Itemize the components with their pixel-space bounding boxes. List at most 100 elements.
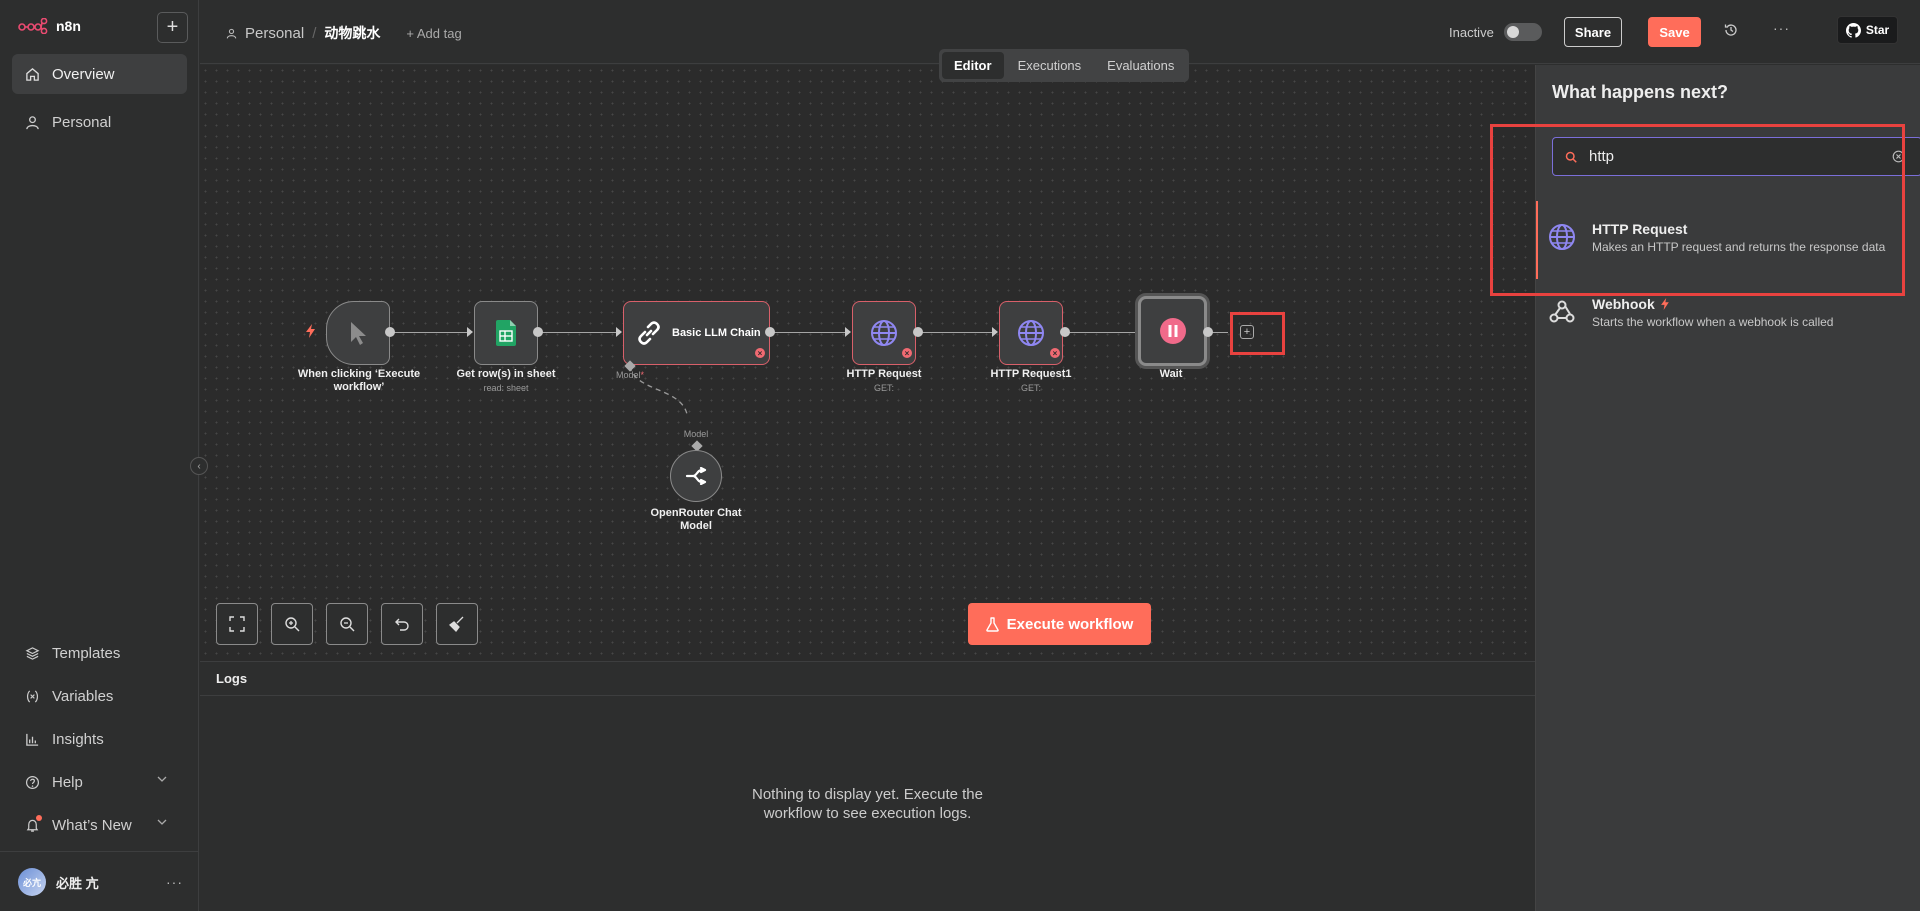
- sidebar-item-label: Templates: [52, 644, 121, 662]
- connection-edge[interactable]: [538, 332, 616, 333]
- input-port[interactable]: [467, 327, 473, 337]
- cursor-pointer-icon: [351, 322, 366, 345]
- node-label: Get row(s) in sheet: [456, 368, 556, 380]
- broom-icon: [449, 616, 464, 632]
- tab-executions[interactable]: Executions: [1006, 52, 1094, 79]
- execute-workflow-button[interactable]: Execute workflow: [968, 603, 1151, 645]
- port-label: Model: [683, 429, 709, 439]
- workflow-canvas[interactable]: When clicking ‘Execute workflow’ Get row…: [200, 65, 1535, 661]
- help-icon: [24, 774, 40, 790]
- user-menu[interactable]: 必亢 必胜 亢 ···: [18, 868, 183, 896]
- sidebar-item-variables[interactable]: Variables: [12, 676, 187, 716]
- connection-edge[interactable]: [1065, 332, 1141, 333]
- node-label: Wait: [1159, 368, 1183, 380]
- share-button[interactable]: Share: [1564, 17, 1622, 47]
- sidebar-item-templates[interactable]: Templates: [12, 633, 187, 673]
- zoom-in-button[interactable]: [271, 603, 313, 645]
- list-item-webhook[interactable]: Webhook Starts the workflow when a webho…: [1536, 296, 1920, 330]
- lightning-icon: [1660, 298, 1669, 310]
- connection-edge[interactable]: [918, 332, 992, 333]
- node-wait[interactable]: [1138, 296, 1207, 366]
- active-toggle[interactable]: [1504, 23, 1542, 41]
- logs-title[interactable]: Logs: [216, 671, 247, 686]
- sidebar-item-insights[interactable]: Insights: [12, 719, 187, 759]
- port-label: Model*: [615, 370, 645, 380]
- output-port[interactable]: [1060, 327, 1070, 337]
- create-new-button[interactable]: +: [157, 12, 188, 43]
- output-port[interactable]: [533, 327, 543, 337]
- chevron-down-icon: [157, 819, 167, 825]
- highlight-box: [1490, 124, 1905, 296]
- result-description: Starts the workflow when a webhook is ca…: [1592, 315, 1834, 329]
- node-label: OpenRouter Chat Model: [650, 507, 742, 532]
- sidebar-item-personal[interactable]: Personal: [12, 102, 187, 142]
- n8n-app: n8n + Overview Personal Templates Variab…: [0, 0, 1920, 911]
- tidy-up-button[interactable]: [436, 603, 478, 645]
- sidebar-item-whats-new[interactable]: What’s New: [12, 805, 187, 845]
- output-port[interactable]: [913, 327, 923, 337]
- output-port[interactable]: [385, 327, 395, 337]
- more-options-icon[interactable]: ···: [166, 874, 183, 890]
- logs-empty-state: Nothing to display yet. Execute the work…: [752, 786, 983, 822]
- breadcrumb-project[interactable]: Personal: [245, 25, 304, 42]
- user-icon: [226, 28, 237, 38]
- variables-icon: [24, 688, 40, 704]
- connection-edge[interactable]: [770, 332, 846, 333]
- webhook-icon: [1549, 300, 1575, 323]
- zoom-out-button[interactable]: [326, 603, 368, 645]
- breadcrumb-separator: /: [312, 24, 317, 42]
- zoom-out-icon: [340, 617, 355, 632]
- error-icon: ×: [755, 348, 765, 358]
- save-button[interactable]: Save: [1648, 17, 1701, 47]
- github-star-button[interactable]: Star: [1837, 16, 1898, 44]
- node-label: When clicking ‘Execute workflow’: [297, 368, 421, 393]
- sidebar-divider: [0, 851, 199, 852]
- workflow-name[interactable]: 动物跳水: [324, 23, 380, 43]
- execute-label: Execute workflow: [1006, 615, 1134, 633]
- star-label: Star: [1865, 23, 1890, 37]
- panel-title: What happens next?: [1552, 82, 1729, 102]
- node-basic-llm-chain[interactable]: Basic LLM Chain: [623, 301, 770, 365]
- globe-icon: [1018, 320, 1044, 346]
- undo-button[interactable]: [381, 603, 423, 645]
- input-port[interactable]: [616, 327, 622, 337]
- sidebar-item-label: Insights: [52, 730, 104, 748]
- user-icon: [24, 114, 40, 130]
- fit-view-button[interactable]: [216, 603, 258, 645]
- logo[interactable]: n8n: [18, 18, 81, 34]
- link-chain-icon: [638, 321, 660, 345]
- logs-divider: [200, 695, 1535, 696]
- home-icon: [24, 66, 40, 82]
- connection-edge[interactable]: [390, 332, 468, 333]
- node-subtitle: GET:: [873, 383, 894, 393]
- input-port[interactable]: [992, 327, 998, 337]
- error-icon: ×: [902, 348, 912, 358]
- node-label: HTTP Request1: [990, 368, 1072, 380]
- more-options-icon[interactable]: ···: [1773, 20, 1790, 36]
- result-title: Webhook: [1592, 296, 1920, 312]
- sidebar-item-help[interactable]: Help: [12, 762, 187, 802]
- sidebar-item-label: Personal: [52, 113, 112, 131]
- breadcrumb: Personal / 动物跳水 + Add tag: [226, 23, 462, 43]
- avatar: 必亢: [18, 868, 46, 896]
- google-sheets-icon: [496, 320, 516, 346]
- sidebar: n8n + Overview Personal Templates Variab…: [0, 0, 199, 911]
- flask-icon: [985, 616, 999, 632]
- output-port[interactable]: [765, 327, 775, 337]
- tab-editor[interactable]: Editor: [942, 52, 1004, 79]
- history-icon[interactable]: [1723, 22, 1739, 38]
- node-google-sheets[interactable]: [474, 301, 538, 365]
- sidebar-item-overview[interactable]: Overview: [12, 54, 187, 94]
- input-port[interactable]: [845, 327, 851, 337]
- view-tabs: Editor Executions Evaluations: [939, 49, 1190, 82]
- output-port[interactable]: [1203, 327, 1213, 337]
- fit-view-icon: [229, 616, 245, 632]
- add-tag-button[interactable]: + Add tag: [406, 26, 461, 41]
- node-openrouter-chat-model[interactable]: [670, 450, 722, 502]
- tab-evaluations[interactable]: Evaluations: [1095, 52, 1186, 79]
- sidebar-item-label: What’s New: [52, 816, 132, 834]
- collapse-sidebar-button[interactable]: ‹: [190, 457, 208, 475]
- node-manual-trigger[interactable]: [326, 301, 390, 365]
- templates-icon: [24, 645, 40, 661]
- sidebar-item-label: Variables: [52, 687, 114, 705]
